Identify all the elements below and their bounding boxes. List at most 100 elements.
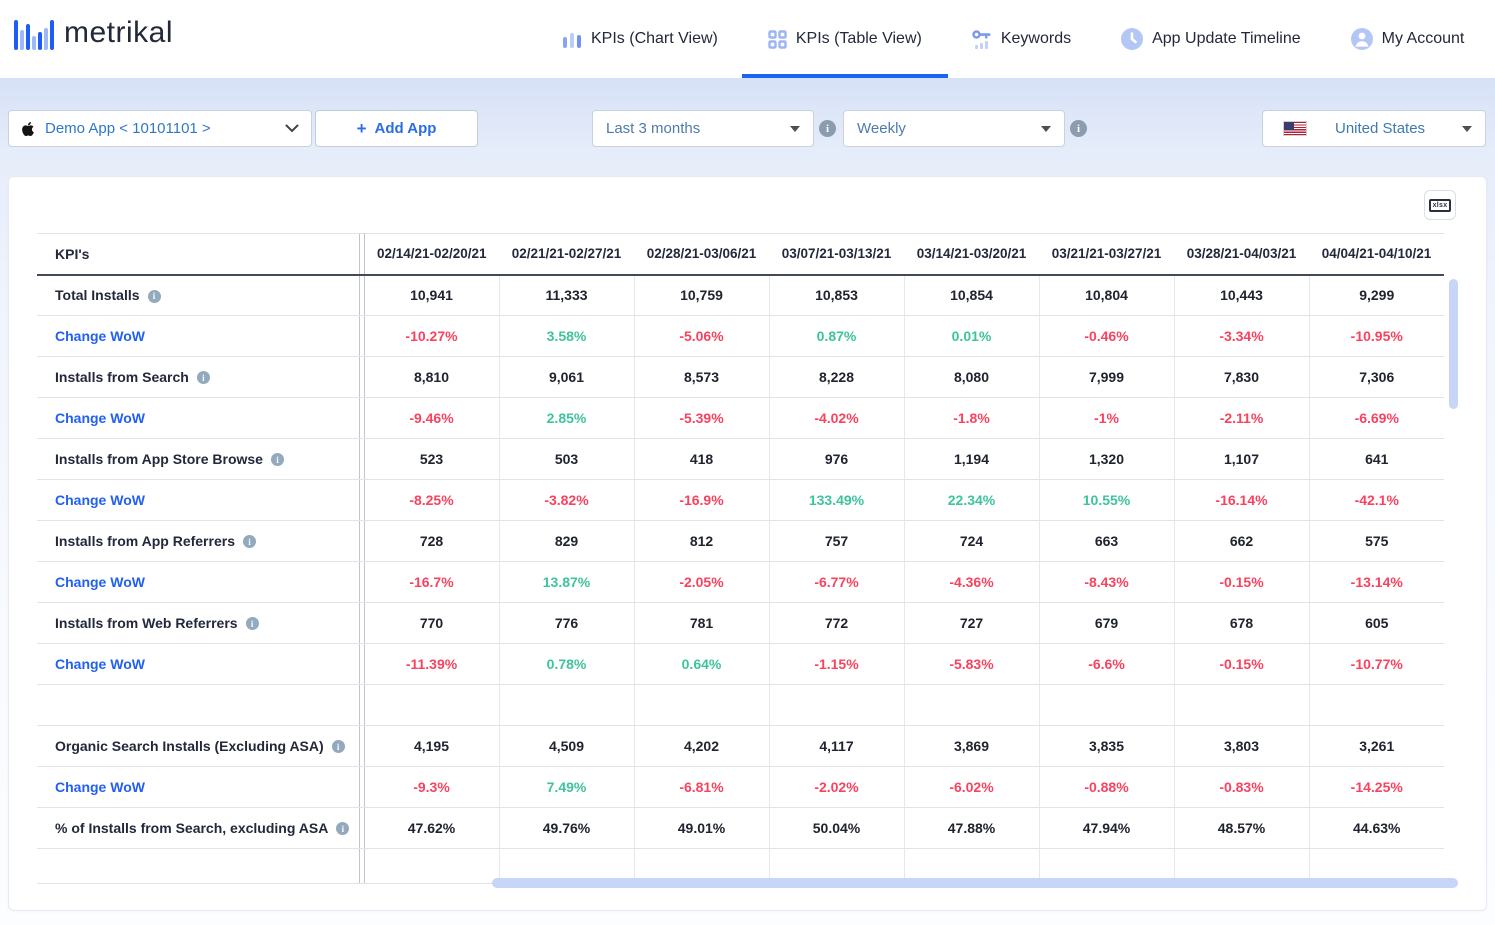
add-app-label: Add App bbox=[374, 120, 437, 137]
info-icon[interactable]: i bbox=[819, 120, 836, 137]
row-label-text: Installs from App Store Browse bbox=[55, 450, 263, 467]
tab-label: KPIs (Table View) bbox=[795, 30, 922, 47]
kpi-label: Total Installs i bbox=[37, 274, 359, 316]
kpi-value-cell: 47.62% bbox=[363, 807, 499, 849]
kpi-value-cell: 1,320 bbox=[1038, 438, 1174, 480]
date-range-dropdown[interactable]: Last 3 months bbox=[592, 110, 814, 147]
kpi-value-cell bbox=[768, 684, 904, 726]
xlsx-export-button[interactable]: xlsx bbox=[1424, 190, 1456, 220]
change-value-cell: 133.49% bbox=[768, 479, 904, 521]
kpi-table: KPI's 02/14/21-02/20/21 02/21/21-02/27/21… bbox=[37, 233, 1444, 884]
kpi-value-cell bbox=[1038, 684, 1174, 726]
kpi-value-cell: 47.94% bbox=[1038, 807, 1174, 849]
kpi-value-cell: 4,509 bbox=[498, 725, 634, 767]
change-wow-label[interactable]: Change WoW bbox=[37, 315, 359, 357]
change-value-cell: -5.06% bbox=[633, 315, 769, 357]
change-value-cell: -10.77% bbox=[1308, 643, 1444, 685]
country-dropdown[interactable]: United States bbox=[1262, 110, 1486, 147]
change-wow-label[interactable]: Change WoW bbox=[37, 643, 359, 685]
change-wow-label[interactable]: Change WoW bbox=[37, 561, 359, 603]
date-column-header: 04/04/21-04/10/21 bbox=[1309, 233, 1444, 276]
date-column-header: 03/28/21-04/03/21 bbox=[1174, 233, 1309, 276]
change-value-cell: -16.14% bbox=[1173, 479, 1309, 521]
change-value-cell: 10.55% bbox=[1038, 479, 1174, 521]
date-column-header: 02/28/21-03/06/21 bbox=[634, 233, 769, 276]
bar-chart-logo-icon bbox=[14, 16, 54, 50]
info-icon[interactable]: i bbox=[270, 453, 284, 467]
tab-my-account[interactable]: My Account bbox=[1350, 0, 1464, 78]
tab-label: KPIs (Chart View) bbox=[591, 30, 718, 47]
table-row: Change WoW -8.25% -3.82% -16.9% 133.49% 22.34… bbox=[37, 479, 1444, 521]
tab-label: App Update Timeline bbox=[1152, 30, 1301, 47]
row-label-text: Change WoW bbox=[55, 492, 145, 508]
change-value-cell: -42.1% bbox=[1308, 479, 1444, 521]
brand-logo[interactable]: metrikal bbox=[14, 16, 173, 50]
kpi-value-cell: 4,202 bbox=[633, 725, 769, 767]
country-value: United States bbox=[1335, 120, 1426, 137]
user-icon bbox=[1350, 28, 1373, 50]
change-value-cell: 0.64% bbox=[633, 643, 769, 685]
table-header-row: KPI's 02/14/21-02/20/21 02/21/21-02/27/21… bbox=[37, 233, 1444, 276]
kpi-value-cell: 3,869 bbox=[903, 725, 1039, 767]
row-label-text: Organic Search Installs (Excluding ASA) bbox=[55, 737, 324, 754]
kpi-column-header: KPI's bbox=[37, 233, 359, 276]
change-value-cell: -8.25% bbox=[363, 479, 499, 521]
date-column-header: 03/14/21-03/20/21 bbox=[904, 233, 1039, 276]
add-app-button[interactable]: + Add App bbox=[315, 110, 478, 147]
kpi-value-cell: 9,299 bbox=[1308, 274, 1444, 316]
date-column-header: 02/21/21-02/27/21 bbox=[499, 233, 634, 276]
change-value-cell: -3.34% bbox=[1173, 315, 1309, 357]
kpi-value-cell: 605 bbox=[1308, 602, 1444, 644]
change-value-cell: -0.83% bbox=[1173, 766, 1309, 808]
app-selector-dropdown[interactable]: Demo App < 10101101 > bbox=[8, 110, 312, 147]
kpi-value-cell: 11,333 bbox=[498, 274, 634, 316]
row-label-text: Installs from Search bbox=[55, 368, 189, 385]
horizontal-scrollbar[interactable] bbox=[492, 878, 1458, 888]
change-value-cell: -10.95% bbox=[1308, 315, 1444, 357]
change-value-cell: -16.7% bbox=[363, 561, 499, 603]
change-wow-label[interactable]: Change WoW bbox=[37, 397, 359, 439]
info-icon[interactable]: i bbox=[196, 371, 210, 385]
kpi-value-cell bbox=[903, 684, 1039, 726]
change-wow-label[interactable]: Change WoW bbox=[37, 479, 359, 521]
kpi-value-cell bbox=[498, 684, 634, 726]
change-value-cell: -6.02% bbox=[903, 766, 1039, 808]
kpi-value-cell: 7,306 bbox=[1308, 356, 1444, 398]
kpi-value-cell bbox=[1173, 684, 1309, 726]
kpi-label: Installs from App Referrers i bbox=[37, 520, 359, 562]
change-value-cell: -10.27% bbox=[363, 315, 499, 357]
kpi-label: Installs from Web Referrers i bbox=[37, 602, 359, 644]
kpi-value-cell: 812 bbox=[633, 520, 769, 562]
kpi-value-cell: 3,803 bbox=[1173, 725, 1309, 767]
tab-kpis-table-view[interactable]: KPIs (Table View) bbox=[741, 0, 948, 78]
info-icon[interactable]: i bbox=[245, 617, 259, 631]
tab-app-update-timeline[interactable]: App Update Timeline bbox=[1121, 0, 1301, 78]
tab-kpis-chart-view[interactable]: KPIs (Chart View) bbox=[562, 0, 718, 78]
change-value-cell: -0.15% bbox=[1173, 561, 1309, 603]
kpi-value-cell: 1,107 bbox=[1173, 438, 1309, 480]
vertical-scrollbar[interactable] bbox=[1449, 279, 1458, 409]
info-icon[interactable]: i bbox=[242, 535, 256, 549]
tab-label: Keywords bbox=[1000, 30, 1072, 47]
change-value-cell: 3.58% bbox=[498, 315, 634, 357]
kpi-value-cell: 3,835 bbox=[1038, 725, 1174, 767]
tab-keywords[interactable]: Keywords bbox=[972, 0, 1071, 78]
info-icon[interactable]: i bbox=[147, 289, 161, 303]
app-root: metrikal KPIs (Chart View) KPIs (Table V… bbox=[0, 0, 1495, 925]
change-value-cell: -5.83% bbox=[903, 643, 1039, 685]
info-icon[interactable]: i bbox=[331, 740, 345, 754]
row-label-text: Change WoW bbox=[55, 328, 145, 344]
info-icon[interactable]: i bbox=[336, 822, 350, 836]
kpi-value-cell bbox=[1308, 684, 1444, 726]
change-value-cell: -2.05% bbox=[633, 561, 769, 603]
plus-icon: + bbox=[356, 119, 367, 138]
bar-chart-icon bbox=[562, 30, 582, 48]
info-icon[interactable]: i bbox=[1070, 120, 1087, 137]
change-value-cell: 7.49% bbox=[498, 766, 634, 808]
chevron-down-icon bbox=[285, 124, 299, 133]
kpi-value-cell: 8,228 bbox=[768, 356, 904, 398]
change-wow-label[interactable]: Change WoW bbox=[37, 766, 359, 808]
granularity-dropdown[interactable]: Weekly bbox=[843, 110, 1065, 147]
row-label-text: Installs from App Referrers bbox=[55, 532, 235, 549]
table-row: Change WoW -9.46% 2.85% -5.39% -4.02% -1.8% -1… bbox=[37, 397, 1444, 439]
